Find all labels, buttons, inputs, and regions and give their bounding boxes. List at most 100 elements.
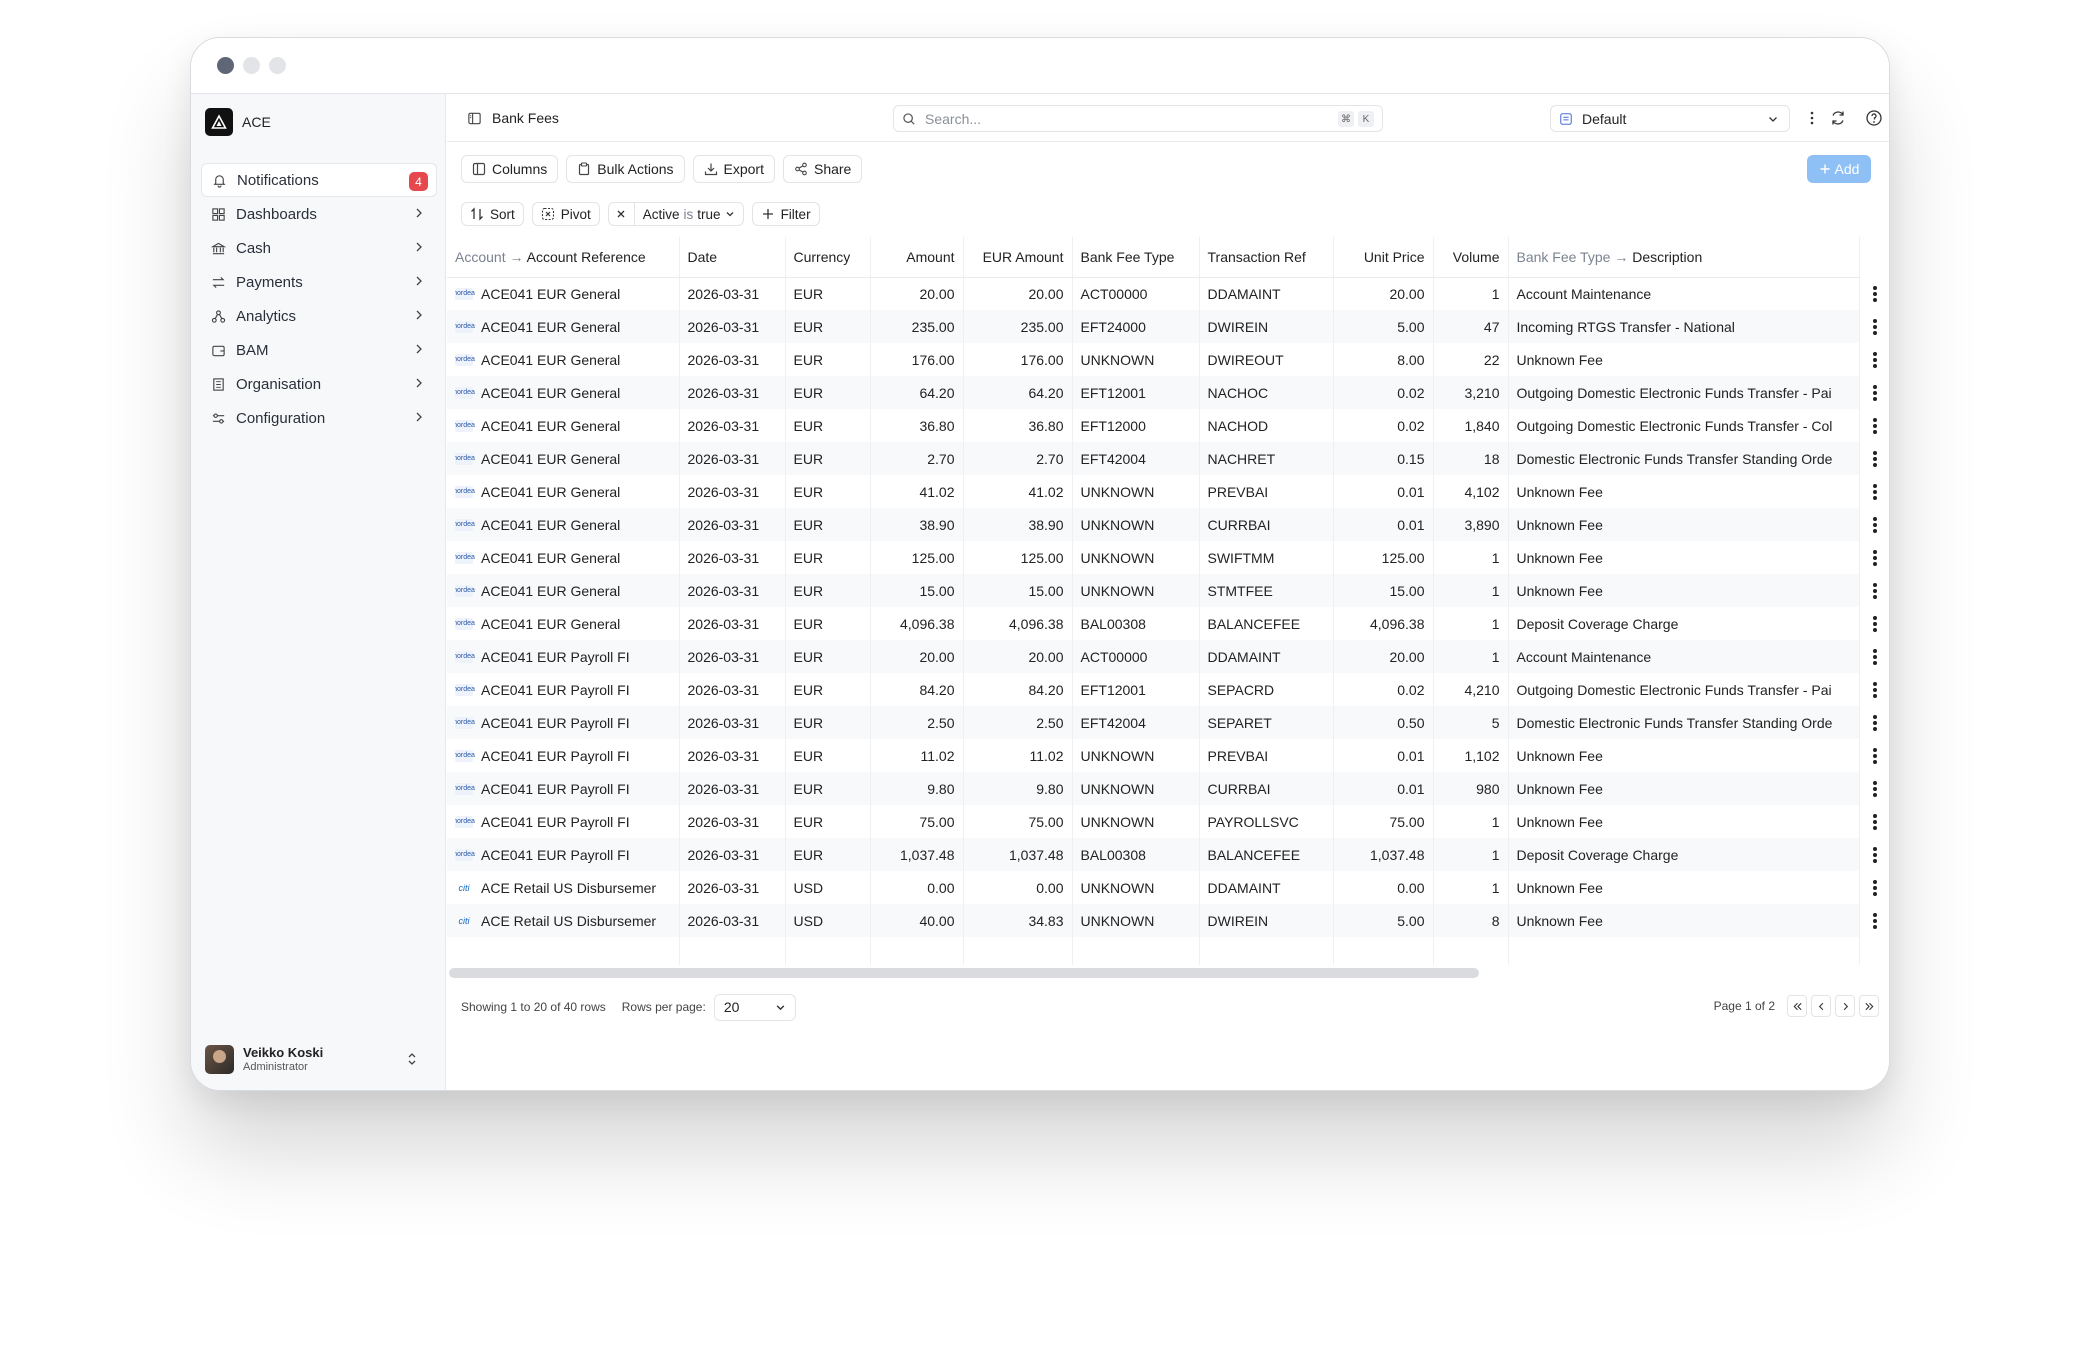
table-row[interactable]: nordea ACE041 EUR General 2026-03-31 EUR 20.…: [447, 277, 1860, 310]
pivot-button[interactable]: Pivot: [531, 202, 600, 226]
bulk-actions-button[interactable]: Bulk Actions: [566, 155, 685, 183]
account-reference[interactable]: ACE041 EUR General: [481, 385, 620, 401]
row-actions-button[interactable]: [1860, 475, 1889, 508]
table-row[interactable]: citi ACE Retail US Disbursemer 2026-03-31 U…: [447, 871, 1860, 904]
column-header-unit-price[interactable]: Unit Price: [1333, 237, 1434, 278]
sidebar-item-configuration[interactable]: Configuration: [201, 401, 437, 435]
table-row[interactable]: nordea ACE041 EUR General 2026-03-31 EUR 176…: [447, 343, 1860, 376]
sidebar-item-notifications[interactable]: Notifications 4: [201, 163, 437, 197]
account-reference[interactable]: ACE041 EUR Payroll FI: [481, 748, 630, 764]
account-reference[interactable]: ACE041 EUR Payroll FI: [481, 682, 630, 698]
table-row[interactable]: nordea ACE041 EUR General 2026-03-31 EUR 125…: [447, 541, 1860, 574]
add-filter-button[interactable]: Filter: [751, 202, 820, 226]
account-reference[interactable]: ACE041 EUR Payroll FI: [481, 847, 630, 863]
account-reference[interactable]: ACE Retail US Disbursemer: [481, 913, 656, 929]
row-actions-button[interactable]: [1860, 706, 1889, 739]
active-filter-chip[interactable]: Active is true: [607, 202, 744, 226]
account-reference[interactable]: ACE041 EUR General: [481, 319, 620, 335]
user-menu[interactable]: Veikko Koski Administrator: [205, 1042, 430, 1076]
account-reference[interactable]: ACE041 EUR Payroll FI: [481, 781, 630, 797]
table-row[interactable]: nordea ACE041 EUR Payroll FI 2026-03-31 EUR…: [447, 838, 1860, 871]
column-header-volume[interactable]: Volume: [1433, 237, 1509, 278]
export-button[interactable]: Export: [692, 155, 775, 183]
column-header-bank-fee-type[interactable]: Bank Fee Type: [1072, 237, 1200, 278]
table-row[interactable]: citi ACE Retail US Disbursemer 2026-03-31 U…: [447, 904, 1860, 937]
rows-per-page-select[interactable]: 20: [713, 993, 796, 1021]
row-actions-button[interactable]: [1860, 739, 1889, 772]
table-row[interactable]: nordea ACE041 EUR General 2026-03-31 EUR 15.…: [447, 574, 1860, 607]
row-actions-button[interactable]: [1860, 640, 1889, 673]
row-actions-button[interactable]: [1860, 805, 1889, 838]
row-actions-button[interactable]: [1860, 376, 1889, 409]
account-reference[interactable]: ACE041 EUR Payroll FI: [481, 814, 630, 830]
table-row[interactable]: nordea ACE041 EUR General 2026-03-31 EUR 41.…: [447, 475, 1860, 508]
account-reference[interactable]: ACE041 EUR Payroll FI: [481, 649, 630, 665]
row-actions-button[interactable]: [1860, 343, 1889, 376]
account-reference[interactable]: ACE041 EUR General: [481, 451, 620, 467]
more-vertical-icon[interactable]: [1803, 109, 1821, 127]
sidebar-item-cash[interactable]: Cash: [201, 231, 437, 265]
account-reference[interactable]: ACE Retail US Disbursemer: [481, 880, 656, 896]
table-row[interactable]: nordea ACE041 EUR General 2026-03-31 EUR 38.…: [447, 508, 1860, 541]
sidebar-toggle-icon[interactable]: [467, 111, 482, 126]
first-page-button[interactable]: [1787, 995, 1807, 1017]
remove-filter-button[interactable]: [609, 203, 635, 225]
table-row[interactable]: nordea ACE041 EUR General 2026-03-31 EUR 64.…: [447, 376, 1860, 409]
columns-button[interactable]: Columns: [461, 155, 559, 183]
sidebar-item-analytics[interactable]: Analytics: [201, 299, 437, 333]
table-row[interactable]: nordea ACE041 EUR General 2026-03-31 EUR 2.7…: [447, 442, 1860, 475]
previous-page-button[interactable]: [1811, 995, 1831, 1017]
table-row[interactable]: nordea ACE041 EUR Payroll FI 2026-03-31 EUR…: [447, 805, 1860, 838]
row-actions-button[interactable]: [1860, 442, 1889, 475]
column-header-eur-amount[interactable]: EUR Amount: [963, 237, 1073, 278]
table-row[interactable]: nordea ACE041 EUR Payroll FI 2026-03-31 EUR…: [447, 706, 1860, 739]
add-button[interactable]: Add: [1807, 155, 1871, 183]
account-reference[interactable]: ACE041 EUR General: [481, 418, 620, 434]
maximize-window-button[interactable]: [269, 57, 286, 74]
account-reference[interactable]: ACE041 EUR General: [481, 484, 620, 500]
account-reference[interactable]: ACE041 EUR Payroll FI: [481, 715, 630, 731]
sidebar-item-organisation[interactable]: Organisation: [201, 367, 437, 401]
view-selector[interactable]: Default: [1550, 105, 1790, 132]
table-row[interactable]: nordea ACE041 EUR General 2026-03-31 EUR 235…: [447, 310, 1860, 343]
row-actions-button[interactable]: [1860, 871, 1889, 904]
column-header-date[interactable]: Date: [679, 237, 786, 278]
table-row[interactable]: nordea ACE041 EUR Payroll FI 2026-03-31 EUR…: [447, 673, 1860, 706]
horizontal-scrollbar[interactable]: [449, 968, 1479, 978]
sidebar-item-payments[interactable]: Payments: [201, 265, 437, 299]
account-reference[interactable]: ACE041 EUR General: [481, 583, 620, 599]
account-reference[interactable]: ACE041 EUR General: [481, 286, 620, 302]
row-actions-button[interactable]: [1860, 409, 1889, 442]
table-row[interactable]: nordea ACE041 EUR General 2026-03-31 EUR 4,0…: [447, 607, 1860, 640]
row-actions-button[interactable]: [1860, 541, 1889, 574]
refresh-icon[interactable]: [1829, 109, 1847, 127]
row-actions-button[interactable]: [1860, 607, 1889, 640]
next-page-button[interactable]: [1835, 995, 1855, 1017]
row-actions-button[interactable]: [1860, 838, 1889, 871]
sidebar-item-bam[interactable]: BAM: [201, 333, 437, 367]
column-header-amount[interactable]: Amount: [870, 237, 964, 278]
column-header-account[interactable]: Account → Account Reference: [447, 237, 680, 278]
row-actions-button[interactable]: [1860, 673, 1889, 706]
column-header-description[interactable]: Bank Fee Type → Description: [1508, 237, 1860, 278]
table-row[interactable]: nordea ACE041 EUR Payroll FI 2026-03-31 EUR…: [447, 640, 1860, 673]
row-actions-button[interactable]: [1860, 772, 1889, 805]
minimize-window-button[interactable]: [243, 57, 260, 74]
column-header-currency[interactable]: Currency: [785, 237, 871, 278]
sidebar-item-dashboards[interactable]: Dashboards: [201, 197, 437, 231]
last-page-button[interactable]: [1859, 995, 1879, 1017]
sort-button[interactable]: Sort: [461, 202, 524, 226]
brand[interactable]: ACE: [205, 108, 271, 136]
row-actions-button[interactable]: [1860, 904, 1889, 937]
help-icon[interactable]: [1865, 109, 1883, 127]
column-header-transaction-ref[interactable]: Transaction Ref: [1199, 237, 1334, 278]
row-actions-button[interactable]: [1860, 508, 1889, 541]
table-row[interactable]: nordea ACE041 EUR General 2026-03-31 EUR 36.…: [447, 409, 1860, 442]
table-row[interactable]: nordea ACE041 EUR Payroll FI 2026-03-31 EUR…: [447, 739, 1860, 772]
account-reference[interactable]: ACE041 EUR General: [481, 352, 620, 368]
share-button[interactable]: Share: [782, 155, 863, 183]
account-reference[interactable]: ACE041 EUR General: [481, 517, 620, 533]
row-actions-button[interactable]: [1860, 310, 1889, 343]
row-actions-button[interactable]: [1860, 574, 1889, 607]
search-input[interactable]: Search... ⌘ K: [893, 105, 1383, 132]
